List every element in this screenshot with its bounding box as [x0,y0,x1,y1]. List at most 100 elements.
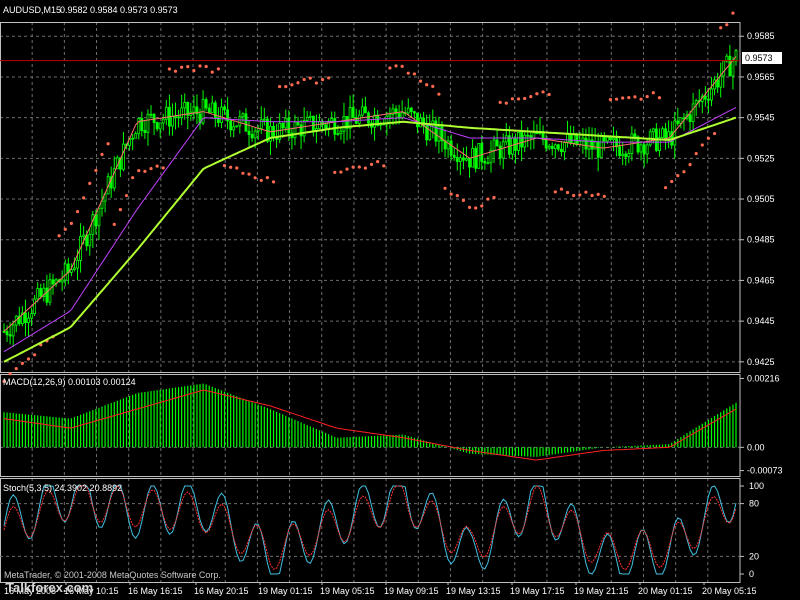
sar-dot [694,152,698,156]
current-price-label: 0.9573 [745,53,773,63]
candle-body [618,146,622,156]
candle-body [728,55,732,77]
candle-body [149,113,153,116]
sar-dot [614,97,619,101]
sar-dot [467,205,472,210]
sar-dot [431,84,435,88]
candle-body [443,140,447,150]
sar-dot [302,77,306,82]
time-tick: 16 May 20:15 [194,586,249,596]
candle-body [416,112,419,128]
candle-body [60,279,64,283]
chart-canvas[interactable]: AUDUSD,M15 0.9582 0.9584 0.9573 0.9573 M… [0,0,800,600]
sar-dot [216,67,220,71]
copyright-watermark: MetaTrader, © 2001-2008 MetaQuotes Softw… [4,570,221,580]
sar-dot [663,186,668,190]
sar-dot [210,70,214,74]
sar-dot [14,367,18,371]
candle-body [710,88,713,101]
candle-body [556,144,560,150]
sar-dot [449,192,453,196]
sar-dot [553,190,557,194]
stoch-levels [0,503,740,557]
sar-dot [143,169,147,173]
sar-dot [33,353,37,357]
symbol-label: AUDUSD,M15 [3,5,61,15]
candle-body [36,288,40,300]
sar-dot [327,76,331,80]
candle-body [76,259,79,269]
candle-body [229,120,233,131]
candle-body [560,148,563,153]
candle-body [624,153,628,158]
sar-dot [167,67,171,71]
sar-dot [75,209,80,214]
price-tick: 0.9485 [747,235,775,245]
candle-body [455,156,459,163]
sar-dot [376,160,380,164]
candle-body [486,162,490,165]
sar-dot [547,92,551,97]
candle-body [204,99,208,109]
sar-dot [627,95,631,100]
time-axis: 16 May 2008 16 May 10:15 16 May 16:15 16 Ma… [4,582,757,596]
candle-body [63,263,67,281]
candle-body [507,135,511,155]
price-tick: 0.9505 [747,194,775,204]
time-tick: 16 May 16:15 [128,586,183,596]
candle-body [406,107,410,114]
candle-body [716,79,720,88]
sar-dot [412,72,417,76]
candle-body [330,118,334,122]
stoch-lines [3,485,737,575]
sar-dot [437,92,441,96]
sar-dot [535,92,539,96]
candle-body [532,132,536,139]
price-axis: 0.9585 0.9565 0.9545 0.9525 0.9505 0.9485 0.94… [740,31,775,367]
sar-dot [388,66,392,70]
sar-dot [725,23,729,27]
candle-body [11,324,15,337]
sar-dot [173,69,178,73]
sar-dot [351,165,355,169]
macd-tick: -0.00073 [747,466,783,476]
candle-body [336,133,340,136]
sar-dot [608,97,613,102]
price-tick: 0.9425 [747,357,775,367]
sar-dot [645,94,649,99]
price-candles [2,44,738,348]
candle-body [235,125,239,128]
sar-dot [26,357,31,361]
site-watermark: Talkforex.com [6,580,93,595]
candle-body [183,102,187,109]
candle-body [161,118,165,124]
sar-dot [180,65,184,69]
candle-body [244,113,248,132]
candle-body [27,317,30,324]
candle-body [501,141,505,159]
sar-dot [706,136,711,140]
candle-body [605,136,609,142]
sar-dot [198,64,202,68]
candle-body [339,130,343,135]
candle-body [2,330,6,333]
candle-body [676,120,680,124]
candle-body [305,116,309,121]
candle-body [207,107,211,113]
sar-dot [657,96,662,100]
sar-dot [345,167,349,171]
sar-dot [278,84,282,89]
candle-body [569,134,573,144]
sar-dot [633,95,637,99]
stoch-tick: 100 [749,481,764,491]
candle-body [281,122,285,129]
candle-body [651,128,655,133]
candle-body [691,103,695,122]
candle-body [158,122,162,130]
candle-body [296,121,300,126]
sar-dot [480,204,484,208]
sar-dot [259,178,263,183]
sar-dot [474,206,478,210]
candle-body [609,136,612,141]
candle-body [220,106,223,123]
